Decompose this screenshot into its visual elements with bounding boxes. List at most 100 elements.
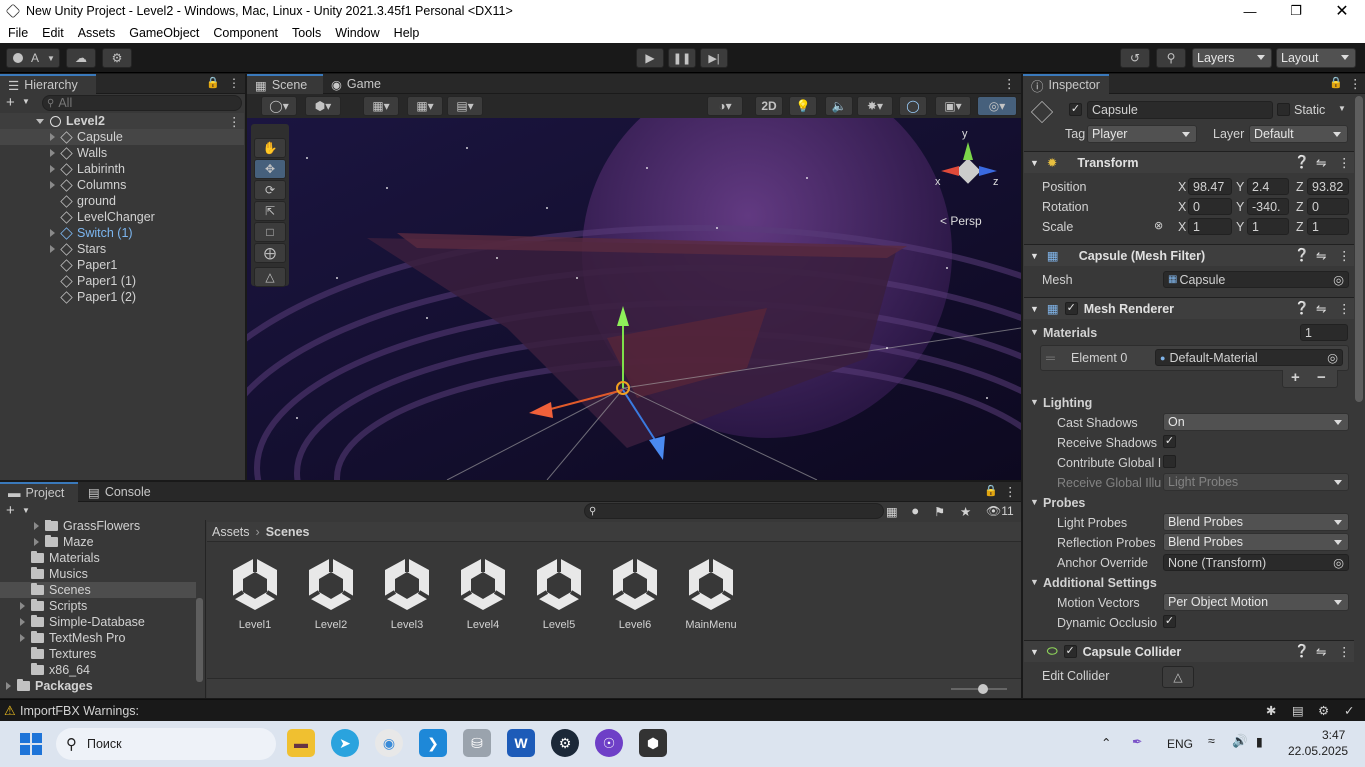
layout-dropdown[interactable]: Layout bbox=[1276, 48, 1356, 68]
shading-mode-icon[interactable]: ◑▾ bbox=[707, 96, 743, 116]
motion-vectors-dropdown[interactable]: Per Object Motion bbox=[1163, 593, 1349, 611]
drag-handle-icon[interactable]: ═ bbox=[1046, 351, 1055, 365]
folder-item[interactable]: Scenes bbox=[0, 582, 196, 598]
help-icon[interactable]: ❔ bbox=[1294, 248, 1310, 263]
lighting-toggle-icon[interactable]: 💡 bbox=[789, 96, 817, 116]
presets-icon[interactable]: ⇋ bbox=[1316, 301, 1326, 316]
close-button[interactable]: ✕ bbox=[1319, 0, 1365, 22]
battery-icon[interactable]: ▮ bbox=[1256, 734, 1263, 749]
wifi-icon[interactable]: ≈ bbox=[1208, 734, 1215, 748]
dynamic-occlusion-checkbox[interactable]: ✓ bbox=[1163, 615, 1176, 628]
orientation-gizmo[interactable]: y x z bbox=[935, 126, 1001, 206]
presets-icon[interactable]: ⇋ bbox=[1316, 248, 1326, 263]
draw-mode-icon[interactable]: ◯▾ bbox=[261, 96, 297, 116]
folder-item[interactable]: Musics bbox=[0, 566, 196, 582]
anchor-override-field[interactable]: None (Transform) ◎ bbox=[1163, 554, 1349, 571]
probes-foldout-icon[interactable]: ▼ bbox=[1030, 497, 1039, 507]
show-hidden-icons[interactable]: ⌃ bbox=[1101, 735, 1111, 750]
edit-collider-button[interactable]: △ bbox=[1162, 666, 1194, 688]
folder-item[interactable]: Scripts bbox=[0, 598, 196, 614]
hierarchy-item[interactable]: Stars bbox=[0, 241, 244, 257]
scene-viewport[interactable]: ✋ ✥ ⟳ ⇱ □ ⨁ △ y x z < Persp bbox=[247, 118, 1021, 480]
history-icon[interactable]: ↺ bbox=[1120, 48, 1150, 68]
progress-check-icon[interactable]: ✓ bbox=[1344, 703, 1354, 718]
folder-item[interactable]: Packages bbox=[0, 678, 196, 694]
lock-icon[interactable]: 🔒 bbox=[1329, 76, 1343, 89]
2d-toggle[interactable]: 2D bbox=[755, 96, 783, 116]
expand-arrow-icon[interactable] bbox=[50, 245, 55, 253]
active-checkbox[interactable]: ✓ bbox=[1069, 103, 1082, 116]
menu-edit[interactable]: Edit bbox=[34, 26, 70, 40]
expand-arrow-icon[interactable] bbox=[50, 229, 55, 237]
component-menu-icon[interactable]: ⋮ bbox=[1338, 644, 1351, 659]
zoom-slider-handle[interactable] bbox=[978, 684, 988, 694]
materials-foldout-icon[interactable]: ▼ bbox=[1030, 327, 1039, 337]
hierarchy-item[interactable]: Switch (1) bbox=[0, 225, 244, 241]
tag-dropdown[interactable]: Player bbox=[1087, 125, 1197, 143]
transform-tool-icon[interactable]: ⨁ bbox=[254, 243, 286, 263]
layer-dropdown[interactable]: Default bbox=[1249, 125, 1348, 143]
menu-window[interactable]: Window bbox=[327, 26, 385, 40]
folder-item[interactable]: Maze bbox=[0, 534, 196, 550]
clock-time[interactable]: 3:47 bbox=[1322, 728, 1345, 742]
minimize-button[interactable]: — bbox=[1227, 0, 1273, 22]
menu-assets[interactable]: Assets bbox=[70, 26, 122, 40]
help-icon[interactable]: ❔ bbox=[1294, 301, 1310, 316]
expand-arrow-icon[interactable] bbox=[50, 133, 55, 141]
component-menu-icon[interactable]: ⋮ bbox=[1338, 248, 1351, 263]
favorites-star-icon[interactable]: ★ bbox=[960, 504, 971, 519]
hierarchy-item[interactable]: Paper1 bbox=[0, 257, 244, 273]
grid-snap-icon[interactable]: ▦▾ bbox=[363, 96, 399, 116]
hierarchy-item[interactable]: Labirinth bbox=[0, 161, 244, 177]
rect-tool-icon[interactable]: □ bbox=[254, 222, 286, 242]
more-options-icon[interactable]: ⋮ bbox=[1004, 484, 1017, 499]
hierarchy-item[interactable]: Paper1 (2) bbox=[0, 289, 244, 305]
material-object-field[interactable]: ● Default-Material ◎ bbox=[1155, 349, 1343, 366]
tab-hierarchy[interactable]: ☰ Hierarchy bbox=[0, 74, 96, 94]
scene-asset[interactable]: Level4 bbox=[448, 554, 518, 634]
scale-tool-icon[interactable]: ⇱ bbox=[254, 201, 286, 221]
lighting-foldout-icon[interactable]: ▼ bbox=[1030, 397, 1039, 407]
menu-component[interactable]: Component bbox=[205, 26, 284, 40]
account-dropdown[interactable]: A ▼ bbox=[6, 48, 60, 68]
position-y-field[interactable]: 2.4 bbox=[1247, 178, 1289, 195]
telegram-icon[interactable]: ➤ bbox=[331, 729, 359, 757]
effects-toggle-icon[interactable]: ✸▾ bbox=[857, 96, 893, 116]
lock-icon[interactable]: 🔒 bbox=[984, 484, 998, 497]
presets-icon[interactable]: ⇋ bbox=[1316, 644, 1326, 659]
tab-project[interactable]: ▬ Project bbox=[0, 482, 78, 502]
help-icon[interactable]: ❔ bbox=[1294, 644, 1310, 659]
tab-inspector[interactable]: ⓘ Inspector bbox=[1023, 74, 1109, 94]
capsule-collider-enabled-checkbox[interactable]: ✓ bbox=[1063, 645, 1077, 658]
debug-mode-icon[interactable]: ✱ bbox=[1266, 703, 1276, 718]
expand-arrow-icon[interactable] bbox=[20, 634, 25, 642]
expand-arrow-icon[interactable] bbox=[6, 682, 11, 690]
projection-label[interactable]: < Persp bbox=[940, 214, 982, 228]
static-dropdown-icon[interactable]: ▼ bbox=[1338, 104, 1346, 113]
mesh-object-field[interactable]: ▦ Capsule ◎ bbox=[1163, 271, 1349, 288]
camera-settings-icon[interactable]: ▣▾ bbox=[935, 96, 971, 116]
rotation-z-field[interactable]: 0 bbox=[1307, 198, 1349, 215]
receive-shadows-checkbox[interactable]: ✓ bbox=[1163, 435, 1176, 448]
unity-taskbar-icon[interactable]: ⬢ bbox=[639, 729, 667, 757]
object-name-input[interactable]: Capsule bbox=[1087, 101, 1273, 119]
position-z-field[interactable]: 93.82 bbox=[1307, 178, 1349, 195]
language-indicator[interactable]: ENG bbox=[1167, 737, 1193, 751]
hierarchy-scene-row[interactable]: Level2 ⋮ bbox=[0, 113, 244, 129]
scene-asset[interactable]: Level6 bbox=[600, 554, 670, 634]
chrome-icon[interactable]: ◉ bbox=[375, 729, 403, 757]
hierarchy-item[interactable]: Capsule bbox=[0, 129, 244, 145]
component-menu-icon[interactable]: ⋮ bbox=[1338, 301, 1351, 316]
materials-count-field[interactable]: 1 bbox=[1300, 324, 1348, 341]
scale-x-field[interactable]: 1 bbox=[1188, 218, 1232, 235]
expand-arrow-icon[interactable] bbox=[34, 538, 39, 546]
menu-gameobject[interactable]: GameObject bbox=[121, 26, 205, 40]
rotation-x-field[interactable]: 0 bbox=[1188, 198, 1232, 215]
hidden-packages-counter[interactable]: 👁11 bbox=[986, 504, 1014, 518]
gizmos-toggle-icon[interactable]: ◎▾ bbox=[977, 96, 1017, 116]
steam-icon[interactable]: ⚙ bbox=[551, 729, 579, 757]
rotation-y-field[interactable]: -340. bbox=[1247, 198, 1289, 215]
search-by-label-icon[interactable]: ⚫ bbox=[910, 504, 920, 519]
additional-settings-foldout-icon[interactable]: ▼ bbox=[1030, 577, 1039, 587]
lock-icon[interactable]: 🔒 bbox=[206, 76, 220, 89]
